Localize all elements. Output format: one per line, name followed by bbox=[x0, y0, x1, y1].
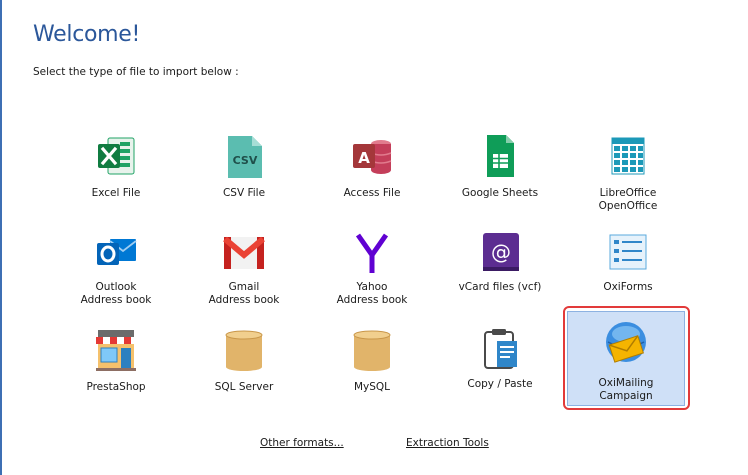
database-icon bbox=[220, 326, 268, 374]
tile-copy-paste[interactable]: Copy / Paste bbox=[441, 326, 559, 418]
google-sheets-icon bbox=[476, 132, 524, 180]
tile-oximailing-campaign[interactable]: OxiMailing Campaign bbox=[567, 318, 685, 410]
tile-outlook[interactable]: Outlook Address book bbox=[57, 229, 175, 321]
tile-label: MySQL bbox=[353, 381, 391, 393]
tile-google-sheets[interactable]: Google Sheets bbox=[441, 132, 559, 224]
excel-icon bbox=[92, 132, 140, 180]
tile-label: CSV File bbox=[222, 187, 266, 199]
tile-sql-server[interactable]: SQL Server bbox=[185, 326, 303, 418]
csv-badge-text: CSV bbox=[233, 154, 258, 167]
svg-text:A: A bbox=[358, 149, 370, 167]
svg-text:@: @ bbox=[491, 240, 511, 264]
tile-label: Access File bbox=[343, 187, 401, 199]
tile-libreoffice[interactable]: LibreOffice OpenOffice bbox=[569, 132, 687, 224]
tile-label: Yahoo Address book bbox=[336, 281, 408, 306]
clipboard-icon bbox=[476, 326, 524, 374]
oxiforms-icon bbox=[604, 229, 652, 277]
window-border bbox=[0, 0, 2, 475]
extraction-tools-link[interactable]: Extraction Tools bbox=[406, 437, 489, 449]
outlook-icon bbox=[92, 229, 140, 277]
oximailing-icon bbox=[602, 318, 650, 366]
gmail-icon bbox=[220, 229, 268, 277]
tile-label: OxiForms bbox=[603, 281, 653, 293]
tile-label: vCard files (vcf) bbox=[458, 281, 542, 293]
instruction-text: Select the type of file to import below … bbox=[33, 66, 239, 78]
database-icon bbox=[348, 326, 396, 374]
tile-mysql[interactable]: MySQL bbox=[313, 326, 431, 418]
tile-csv-file[interactable]: CSV CSV File bbox=[185, 132, 303, 224]
tile-label: Gmail Address book bbox=[208, 281, 280, 306]
yahoo-icon bbox=[348, 229, 396, 277]
vcard-icon: @ bbox=[476, 229, 524, 277]
page-title: Welcome! bbox=[33, 22, 141, 47]
tile-yahoo[interactable]: Yahoo Address book bbox=[313, 229, 431, 321]
csv-icon: CSV bbox=[220, 132, 268, 180]
tile-label: PrestaShop bbox=[86, 381, 146, 393]
access-icon: A bbox=[348, 132, 396, 180]
tile-gmail[interactable]: Gmail Address book bbox=[185, 229, 303, 321]
other-formats-link[interactable]: Other formats... bbox=[260, 437, 344, 449]
tile-prestashop[interactable]: PrestaShop bbox=[57, 326, 175, 418]
tile-access-file[interactable]: A Access File bbox=[313, 132, 431, 224]
tile-label: LibreOffice OpenOffice bbox=[598, 187, 658, 212]
prestashop-icon bbox=[92, 326, 140, 374]
tile-label: OxiMailing Campaign bbox=[598, 377, 654, 402]
tile-vcard[interactable]: @ vCard files (vcf) bbox=[441, 229, 559, 321]
tile-label: Excel File bbox=[91, 187, 141, 199]
tile-label: Google Sheets bbox=[461, 187, 539, 199]
tile-label: SQL Server bbox=[214, 381, 274, 393]
libreoffice-icon bbox=[604, 132, 652, 180]
tile-label: Copy / Paste bbox=[467, 378, 533, 390]
tile-excel-file[interactable]: Excel File bbox=[57, 132, 175, 224]
tile-label: Outlook Address book bbox=[80, 281, 152, 306]
